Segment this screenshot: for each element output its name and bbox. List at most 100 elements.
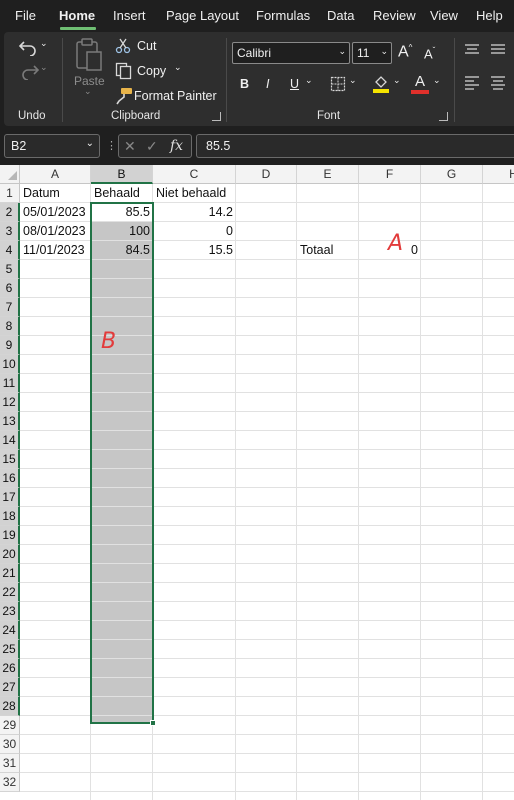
font-name-select[interactable]: Calibri ⌄ — [232, 42, 350, 64]
row-header-6[interactable]: 6 — [0, 279, 20, 298]
row-header-16[interactable]: 16 — [0, 469, 20, 488]
cell-c3[interactable]: 0 — [153, 222, 236, 241]
row-header-29[interactable]: 29 — [0, 716, 20, 735]
cell-e4[interactable]: Totaal — [297, 241, 359, 260]
column-header-h[interactable]: H — [483, 165, 514, 184]
row-header-19[interactable]: 19 — [0, 526, 20, 545]
menu-file[interactable]: File — [15, 8, 36, 23]
row-header-9[interactable]: 9 — [0, 336, 20, 355]
align-left-icon[interactable] — [464, 76, 480, 90]
row-header-3[interactable]: 3 — [0, 222, 20, 241]
enter-check-icon[interactable]: ✓ — [146, 138, 158, 155]
row-header-13[interactable]: 13 — [0, 412, 20, 431]
cell-a2[interactable]: 05/01/2023 — [20, 203, 91, 222]
borders-dropdown-icon[interactable]: ⌄ — [349, 75, 357, 86]
italic-button[interactable]: I — [266, 77, 269, 91]
font-color-dropdown-icon[interactable]: ⌄ — [433, 75, 441, 86]
row-header-18[interactable]: 18 — [0, 507, 20, 526]
cell-b1[interactable]: Behaald — [91, 184, 153, 203]
redo-dropdown-icon[interactable]: ⌄ — [40, 62, 48, 73]
row-header-21[interactable]: 21 — [0, 564, 20, 583]
more-options-icon[interactable]: ⋮ — [106, 139, 117, 152]
select-all-button[interactable] — [0, 165, 20, 184]
row-header-30[interactable]: 30 — [0, 735, 20, 754]
underline-dropdown-icon[interactable]: ⌄ — [305, 75, 313, 86]
menu-formulas[interactable]: Formulas — [256, 8, 310, 23]
menu-view[interactable]: View — [430, 8, 458, 23]
menu-page-layout[interactable]: Page Layout — [166, 8, 239, 23]
cell-a1[interactable]: Datum — [20, 184, 91, 203]
worksheet-grid[interactable]: A B C D E F G H 1 2 3 4 5 6 7 8 9 10 11 12 13 14 15 16 1… — [0, 165, 514, 800]
row-header-32[interactable]: 32 — [0, 773, 20, 792]
cell-c2[interactable]: 14.2 — [153, 203, 236, 222]
row-header-24[interactable]: 24 — [0, 621, 20, 640]
cut-label[interactable]: Cut — [137, 39, 156, 53]
column-header-b[interactable]: B — [91, 165, 153, 184]
paste-dropdown-icon[interactable]: ⌄ — [84, 86, 92, 97]
cell-c4[interactable]: 15.5 — [153, 241, 236, 260]
column-header-f[interactable]: F — [359, 165, 421, 184]
row-header-8[interactable]: 8 — [0, 317, 20, 336]
bold-button[interactable]: B — [240, 77, 249, 91]
row-header-15[interactable]: 15 — [0, 450, 20, 469]
menu-home[interactable]: Home — [59, 8, 95, 23]
align-top-icon[interactable] — [464, 44, 480, 56]
menu-review[interactable]: Review — [373, 8, 416, 23]
format-painter-icon[interactable] — [115, 87, 133, 105]
font-size-select[interactable]: 11 ⌄ — [352, 42, 392, 64]
row-header-31[interactable]: 31 — [0, 754, 20, 773]
font-launcher-icon[interactable] — [439, 112, 448, 121]
row-header-5[interactable]: 5 — [0, 260, 20, 279]
menu-help[interactable]: Help — [476, 8, 503, 23]
undo-dropdown-icon[interactable]: ⌄ — [40, 38, 48, 49]
row-header-28[interactable]: 28 — [0, 697, 20, 716]
shrink-font-button[interactable]: Aˇ — [424, 46, 435, 61]
row-header-1[interactable]: 1 — [0, 184, 20, 203]
copy-icon[interactable] — [115, 62, 133, 80]
column-header-d[interactable]: D — [236, 165, 297, 184]
copy-label[interactable]: Copy — [137, 64, 166, 78]
row-header-12[interactable]: 12 — [0, 393, 20, 412]
cell-a3[interactable]: 08/01/2023 — [20, 222, 91, 241]
row-header-26[interactable]: 26 — [0, 659, 20, 678]
menu-insert[interactable]: Insert — [113, 8, 146, 23]
menu-data[interactable]: Data — [327, 8, 354, 23]
column-header-c[interactable]: C — [153, 165, 236, 184]
row-header-20[interactable]: 20 — [0, 545, 20, 564]
redo-icon[interactable] — [18, 62, 40, 80]
column-header-a[interactable]: A — [20, 165, 91, 184]
insert-function-icon[interactable]: fx — [170, 138, 183, 154]
row-header-23[interactable]: 23 — [0, 602, 20, 621]
cancel-icon[interactable]: ✕ — [124, 138, 136, 155]
cell-a4[interactable]: 11/01/2023 — [20, 241, 91, 260]
copy-dropdown-icon[interactable]: ⌄ — [174, 62, 182, 73]
undo-icon[interactable] — [18, 38, 40, 56]
row-header-25[interactable]: 25 — [0, 640, 20, 659]
fill-color-icon[interactable] — [372, 74, 390, 94]
underline-button[interactable]: U — [290, 77, 299, 91]
formula-input[interactable]: 85.5 — [196, 134, 514, 158]
font-color-button[interactable]: A — [415, 73, 425, 90]
row-header-11[interactable]: 11 — [0, 374, 20, 393]
cell-c1[interactable]: Niet behaald — [153, 184, 236, 203]
row-header-27[interactable]: 27 — [0, 678, 20, 697]
clipboard-launcher-icon[interactable] — [212, 112, 221, 121]
row-header-22[interactable]: 22 — [0, 583, 20, 602]
row-header-14[interactable]: 14 — [0, 431, 20, 450]
paste-icon[interactable] — [74, 38, 104, 72]
fill-color-dropdown-icon[interactable]: ⌄ — [393, 75, 401, 86]
row-header-4[interactable]: 4 — [0, 241, 20, 260]
fill-handle[interactable] — [150, 720, 156, 726]
borders-icon[interactable] — [330, 76, 346, 92]
row-header-10[interactable]: 10 — [0, 355, 20, 374]
row-header-2[interactable]: 2 — [0, 203, 20, 222]
grow-font-button[interactable]: A^ — [398, 43, 412, 61]
column-header-e[interactable]: E — [297, 165, 359, 184]
column-header-g[interactable]: G — [421, 165, 483, 184]
row-header-7[interactable]: 7 — [0, 298, 20, 317]
align-center-icon[interactable] — [490, 76, 506, 90]
format-painter-label[interactable]: Format Painter — [134, 89, 217, 103]
cut-icon[interactable] — [115, 38, 131, 54]
align-middle-icon[interactable] — [490, 44, 506, 56]
name-box[interactable]: B2 ⌄ — [4, 134, 100, 158]
